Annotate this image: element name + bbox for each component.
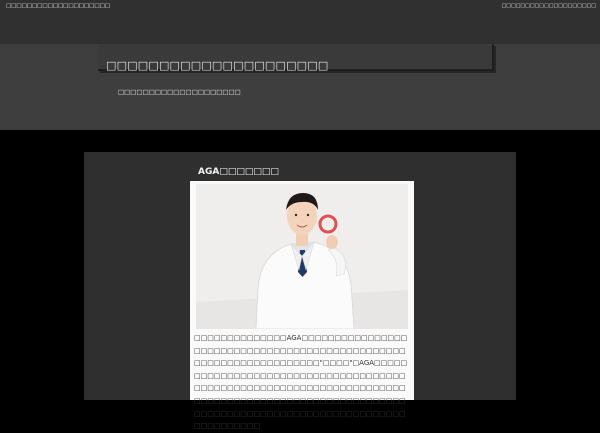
site-title-link[interactable]: □□□□□□□□□□□□□□□□□□□□□ xyxy=(106,59,328,72)
site-tagline: □□□□□□□□□□□□□□□□□□□□ xyxy=(118,88,241,96)
post-card: □□□□□□□□□□□□□□AGA□□□□□□□□□□□□□□□□□□□□□□□… xyxy=(190,181,414,430)
top-bar: □□□□□□□□□□□□□□□□□□□□ □□□□□□□□□□□□□□□□□□□… xyxy=(0,0,600,44)
doctor-illustration xyxy=(196,184,408,329)
main-content: AGA□□□□□□□ □□□□□□□□□□□□□□AGA□□□□□□□□□□□□… xyxy=(84,152,516,430)
site-header: □□□□□□□□□□□□□□□□□□□□□ □□□□□□□□□□□□□□□□□□… xyxy=(0,44,600,130)
post-title[interactable]: AGA□□□□□□□ xyxy=(198,167,279,177)
site-description-top: □□□□□□□□□□□□□□□□□□□□ xyxy=(6,3,110,9)
post-excerpt: □□□□□□□□□□□□□□AGA□□□□□□□□□□□□□□□□□□□□□□□… xyxy=(194,334,408,431)
site-title-box: □□□□□□□□□□□□□□□□□□□□□ xyxy=(98,44,494,72)
top-right-link[interactable]: □□□□□□□□□□□□□□□□□□□□ xyxy=(502,3,596,9)
doctor-ok-sign-photo-icon[interactable] xyxy=(196,184,408,329)
